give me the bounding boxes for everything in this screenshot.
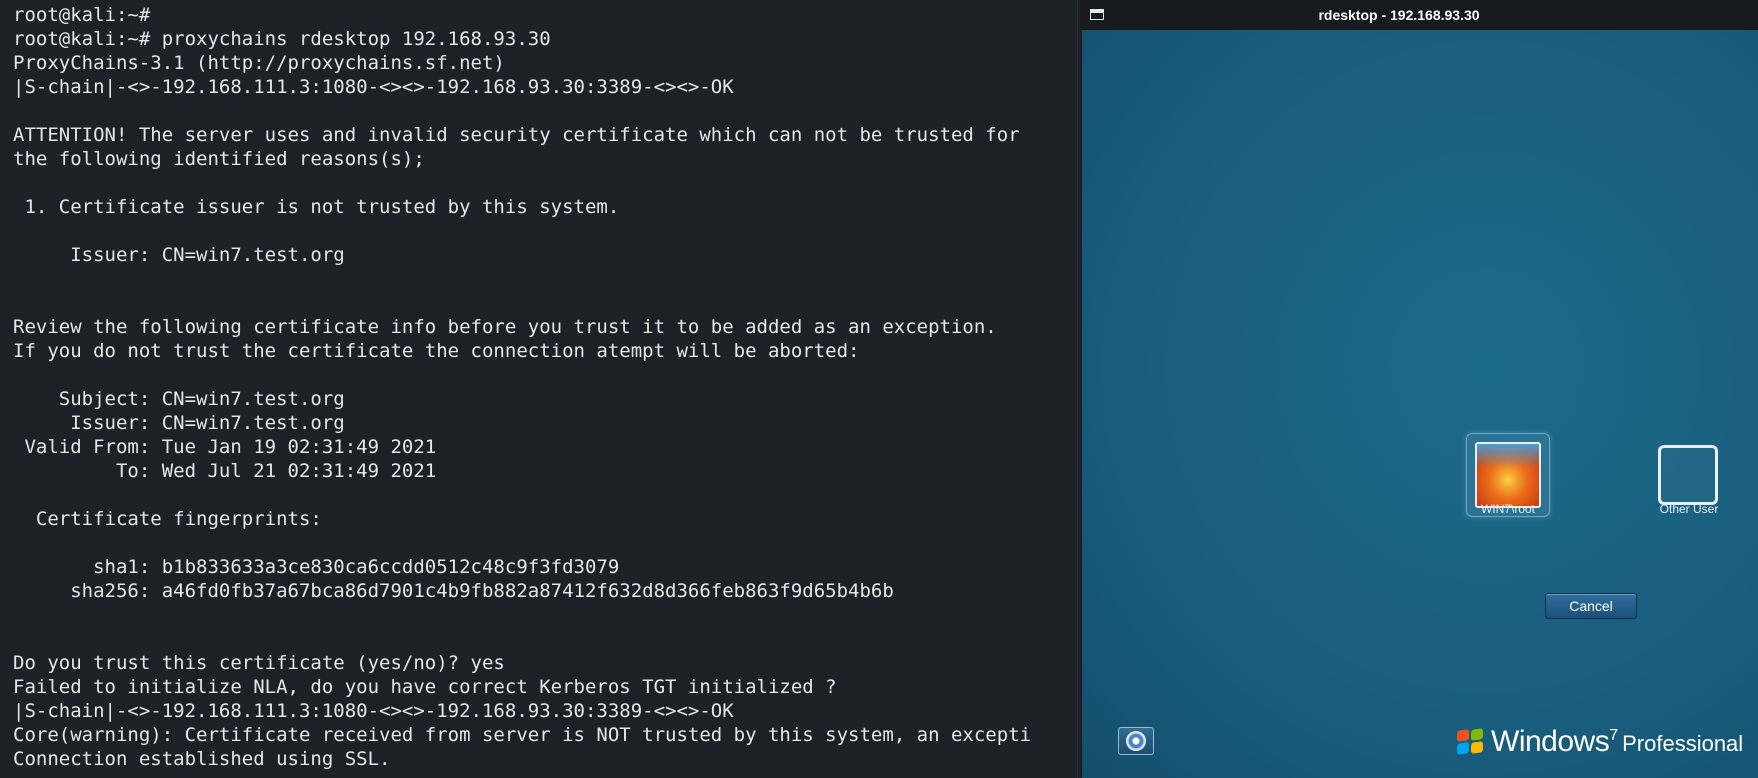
terminal-line: ATTENTION! The server uses and invalid s… (13, 124, 1020, 146)
user-label-other-user: Other User (1659, 502, 1719, 516)
terminal-line: sha256: a46fd0fb37a67bca86d7901c4b9fb882… (13, 580, 894, 602)
terminal-line: If you do not trust the certificate the … (13, 340, 860, 362)
terminal-line: Do you trust this certificate (yes/no)? … (13, 652, 505, 674)
terminal-line: Certificate fingerprints: (13, 508, 322, 530)
terminal-line: Valid From: Tue Jan 19 02:31:49 2021 (13, 436, 437, 458)
terminal-line: Review the following certificate info be… (13, 316, 997, 338)
empty-user-avatar-icon (1658, 445, 1718, 505)
terminal-line: Connection established using SSL. (13, 748, 391, 770)
terminal-line: root@kali:~# proxychains rdesktop 192.16… (13, 28, 551, 50)
terminal-line: root@kali:~# (13, 4, 151, 26)
windows-wordmark: Windows (1491, 725, 1610, 758)
terminal-line: Core(warning): Certificate received from… (13, 724, 1032, 746)
ease-of-access-button[interactable] (1118, 727, 1154, 755)
terminal-line: 1. Certificate issuer is not trusted by … (13, 196, 620, 218)
terminal-line: |S-chain|-<>-192.168.111.3:1080-<><>-192… (13, 76, 734, 98)
cancel-button[interactable]: Cancel (1545, 593, 1637, 619)
windows-logon-screen: WIN7\root Other User Cancel Windows7 Prof… (1082, 30, 1758, 778)
terminal-line: Issuer: CN=win7.test.org (13, 244, 345, 266)
ease-of-access-icon (1126, 731, 1146, 751)
terminal-line: To: Wed Jul 21 02:31:49 2021 (13, 460, 437, 482)
window-title: rdesktop - 192.168.93.30 (1318, 7, 1480, 23)
windows-version: 7 (1609, 727, 1619, 744)
terminal-line: the following identified reasons(s); (13, 148, 425, 170)
user-avatar-flower-icon (1475, 442, 1541, 508)
terminal-line: Subject: CN=win7.test.org (13, 388, 345, 410)
terminal-line: sha1: b1b833633a3ce830ca6ccdd0512c48c9f3… (13, 556, 620, 578)
terminal-line: Issuer: CN=win7.test.org (13, 412, 345, 434)
windows-flag-icon (1457, 728, 1485, 756)
terminal-line: ProxyChains-3.1 (http://proxychains.sf.n… (13, 52, 505, 74)
windows-7-professional-logo: Windows7 Professional (1491, 725, 1743, 759)
rdesktop-window[interactable]: rdesktop - 192.168.93.30 WIN7\root Other… (1080, 0, 1758, 778)
terminal-output: root@kali:~# root@kali:~# proxychains rde… (13, 3, 1031, 771)
terminal-line: |S-chain|-<>-192.168.111.3:1080-<><>-192… (13, 700, 734, 722)
windows-edition: Professional (1622, 731, 1744, 756)
terminal-line: Failed to initialize NLA, do you have co… (13, 676, 837, 698)
user-label-win7-root: WIN7\root (1480, 502, 1535, 516)
terminal-window[interactable]: root@kali:~# root@kali:~# proxychains rde… (0, 0, 1078, 778)
rdesktop-titlebar[interactable]: rdesktop - 192.168.93.30 (1080, 0, 1758, 30)
terminal-border (1077, 0, 1078, 778)
